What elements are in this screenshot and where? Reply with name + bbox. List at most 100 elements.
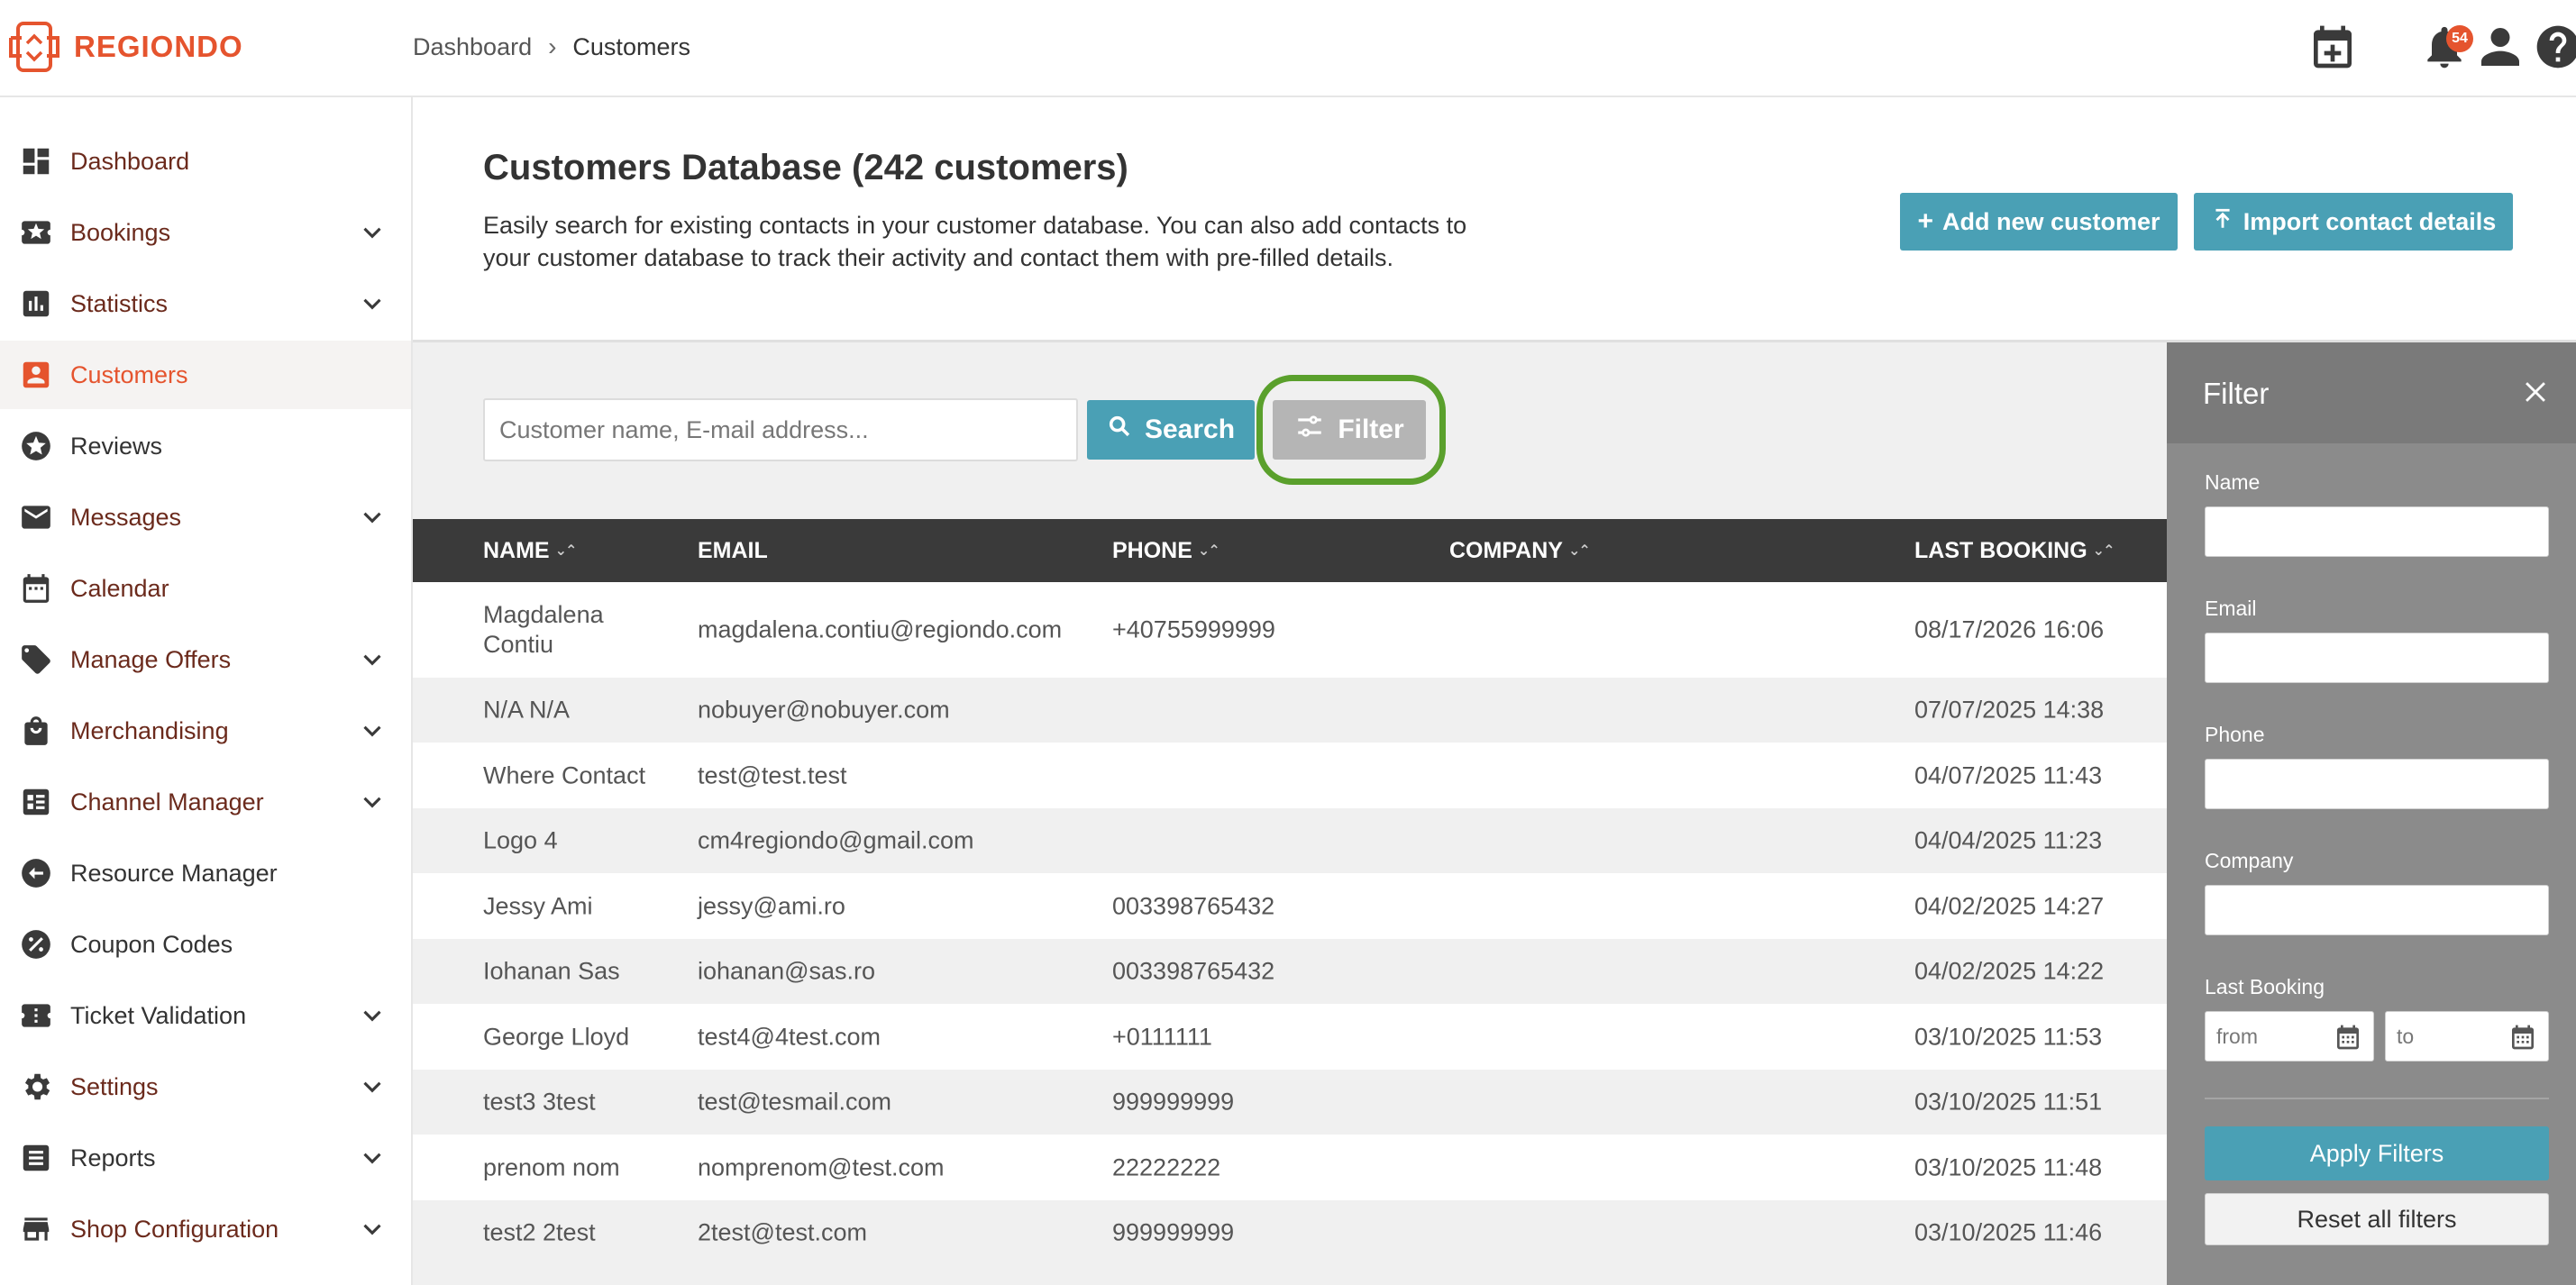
filter-name-label: Name xyxy=(2205,470,2261,494)
sidebar-item-dashboard[interactable]: Dashboard xyxy=(0,127,411,196)
shopping-bag-icon xyxy=(18,713,54,749)
table-row[interactable]: Iohanan Sas iohanan@sas.ro 003398765432 … xyxy=(413,939,2167,1004)
sidebar-item-label: Merchandising xyxy=(70,716,229,744)
filter-divider xyxy=(2205,1098,2549,1099)
chevron-down-icon[interactable] xyxy=(357,1071,388,1102)
sidebar-item-label: Coupon Codes xyxy=(70,930,233,958)
upload-icon xyxy=(2211,207,2234,237)
percent-icon xyxy=(18,926,54,962)
cell-name: Magdalena Contiu xyxy=(483,601,604,658)
calendar-icon[interactable] xyxy=(2508,1023,2537,1052)
reset-filters-button[interactable]: Reset all filters xyxy=(2205,1193,2549,1245)
chevron-down-icon[interactable] xyxy=(357,1143,388,1173)
help-icon[interactable] xyxy=(2531,20,2576,74)
search-button[interactable]: Search xyxy=(1087,400,1255,460)
table-row[interactable]: Where Contact test@test.test 04/07/2025 … xyxy=(413,743,2167,808)
sidebar-item-calendar[interactable]: Calendar xyxy=(0,554,411,623)
cell-last-booking: 03/10/2025 11:48 xyxy=(1914,1153,2103,1180)
apply-filters-button[interactable]: Apply Filters xyxy=(2205,1126,2549,1180)
chevron-down-icon[interactable] xyxy=(357,715,388,746)
chevron-down-icon[interactable] xyxy=(357,787,388,817)
search-input[interactable] xyxy=(483,398,1078,461)
sidebar-item-label: Shop Configuration xyxy=(70,1215,279,1243)
calendar-add-icon[interactable] xyxy=(2306,20,2360,74)
filter-email-field[interactable] xyxy=(2205,633,2549,683)
brand-name: REGIONDO xyxy=(74,30,243,63)
filter-company-label: Company xyxy=(2205,849,2294,872)
sidebar-item-reviews[interactable]: Reviews xyxy=(0,412,411,480)
chevron-down-icon[interactable] xyxy=(357,217,388,248)
close-icon[interactable] xyxy=(2520,377,2553,409)
sort-icon[interactable]: ⌄⌃ xyxy=(1568,542,1591,560)
column-header-company[interactable]: COMPANY ⌄⌃ xyxy=(1449,519,1591,582)
report-icon xyxy=(18,1140,54,1176)
sort-icon[interactable]: ⌄⌃ xyxy=(555,542,578,560)
cell-last-booking: 04/02/2025 14:22 xyxy=(1914,957,2105,985)
sidebar-item-label: Reviews xyxy=(70,432,163,460)
regiondo-logo-icon xyxy=(9,22,59,72)
column-header-phone[interactable]: PHONE ⌄⌃ xyxy=(1112,519,1220,582)
regiondo-logo[interactable]: REGIONDO xyxy=(5,18,243,76)
sidebar-item-resource-manager[interactable]: Resource Manager xyxy=(0,839,411,907)
table-row[interactable]: test3 3test test@tesmail.com 999999999 0… xyxy=(413,1070,2167,1135)
table-row[interactable]: N/A N/A nobuyer@nobuyer.com 07/07/2025 1… xyxy=(413,678,2167,743)
table-row[interactable]: Magdalena Contiu magdalena.contiu@region… xyxy=(413,582,2167,678)
table-row[interactable]: George Lloyd test4@4test.com +0111111 03… xyxy=(413,1004,2167,1070)
chevron-down-icon[interactable] xyxy=(357,1214,388,1244)
column-label: EMAIL xyxy=(698,537,768,563)
breadcrumb-dashboard[interactable]: Dashboard xyxy=(413,33,532,61)
user-icon[interactable] xyxy=(2473,20,2527,74)
sidebar-item-reports[interactable]: Reports xyxy=(0,1124,411,1192)
cell-name: prenom nom xyxy=(483,1153,620,1180)
chevron-down-icon[interactable] xyxy=(357,288,388,319)
sidebar-item-shop-configuration[interactable]: Shop Configuration xyxy=(0,1195,411,1263)
sidebar-item-coupon-codes[interactable]: Coupon Codes xyxy=(0,910,411,979)
sidebar-item-messages[interactable]: Messages xyxy=(0,483,411,551)
calendar-icon[interactable] xyxy=(2334,1023,2362,1052)
sidebar-item-customers[interactable]: Customers xyxy=(0,341,411,409)
breadcrumb: Dashboard › Customers xyxy=(413,32,690,61)
chevron-down-icon[interactable] xyxy=(357,502,388,533)
sidebar-item-bookings[interactable]: Bookings xyxy=(0,198,411,267)
filter-button[interactable]: Filter xyxy=(1273,400,1426,460)
filter-company-field[interactable] xyxy=(2205,885,2549,935)
sidebar-item-merchandising[interactable]: Merchandising xyxy=(0,697,411,765)
sidebar-item-manage-offers[interactable]: Manage Offers xyxy=(0,625,411,694)
table-row[interactable]: Jessy Ami jessy@ami.ro 003398765432 04/0… xyxy=(413,873,2167,939)
column-header-last-booking[interactable]: LAST BOOKING ⌄⌃ xyxy=(1914,519,2115,582)
chevron-down-icon[interactable] xyxy=(357,1000,388,1031)
filter-phone-field[interactable] xyxy=(2205,759,2549,809)
column-label: COMPANY xyxy=(1449,537,1563,563)
page-header: Customers Database (242 customers) Easil… xyxy=(413,97,2576,342)
filter-name-field[interactable] xyxy=(2205,506,2549,557)
add-customer-button[interactable]: + Add new customer xyxy=(1900,193,2178,251)
sidebar-item-channel-manager[interactable]: Channel Manager xyxy=(0,768,411,836)
filter-date-to[interactable]: to xyxy=(2385,1011,2549,1062)
cell-last-booking: 07/07/2025 14:38 xyxy=(1914,696,2105,724)
date-to-placeholder: to xyxy=(2397,1024,2415,1048)
sidebar-item-settings[interactable]: Settings xyxy=(0,1053,411,1121)
page-description: Easily search for existing contacts in y… xyxy=(483,212,1467,271)
sidebar-item-statistics[interactable]: Statistics xyxy=(0,269,411,338)
sort-icon[interactable]: ⌄⌃ xyxy=(1198,542,1220,560)
cell-phone: 999999999 xyxy=(1112,1218,1235,1246)
sidebar-item-label: Settings xyxy=(70,1072,159,1100)
table-row[interactable]: prenom nom nomprenom@test.com 22222222 0… xyxy=(413,1135,2167,1200)
cell-last-booking: 03/10/2025 11:53 xyxy=(1914,1023,2103,1050)
breadcrumb-customers: Customers xyxy=(572,32,690,60)
import-contacts-button[interactable]: Import contact details xyxy=(2194,193,2513,251)
sidebar-item-ticket-validation[interactable]: Ticket Validation xyxy=(0,981,411,1050)
cell-email: test4@4test.com xyxy=(698,1023,881,1050)
cell-name: George Lloyd xyxy=(483,1023,630,1050)
bell-icon[interactable]: 54 xyxy=(2417,20,2473,74)
table-row[interactable]: test2 2test 2test@test.com 999999999 03/… xyxy=(413,1200,2167,1265)
sort-icon[interactable]: ⌄⌃ xyxy=(2093,542,2115,560)
table-row[interactable]: Logo 4 cm4regiondo@gmail.com 04/04/2025 … xyxy=(413,808,2167,873)
column-header-name[interactable]: NAME ⌄⌃ xyxy=(483,519,578,582)
cell-email: jessy@ami.ro xyxy=(698,892,845,919)
filter-date-from[interactable]: from xyxy=(2205,1011,2374,1062)
cell-phone: +40755999999 xyxy=(1112,615,1275,643)
cell-name: Iohanan Sas xyxy=(483,957,620,985)
cell-last-booking: 04/04/2025 11:23 xyxy=(1914,826,2103,854)
chevron-down-icon[interactable] xyxy=(357,644,388,675)
